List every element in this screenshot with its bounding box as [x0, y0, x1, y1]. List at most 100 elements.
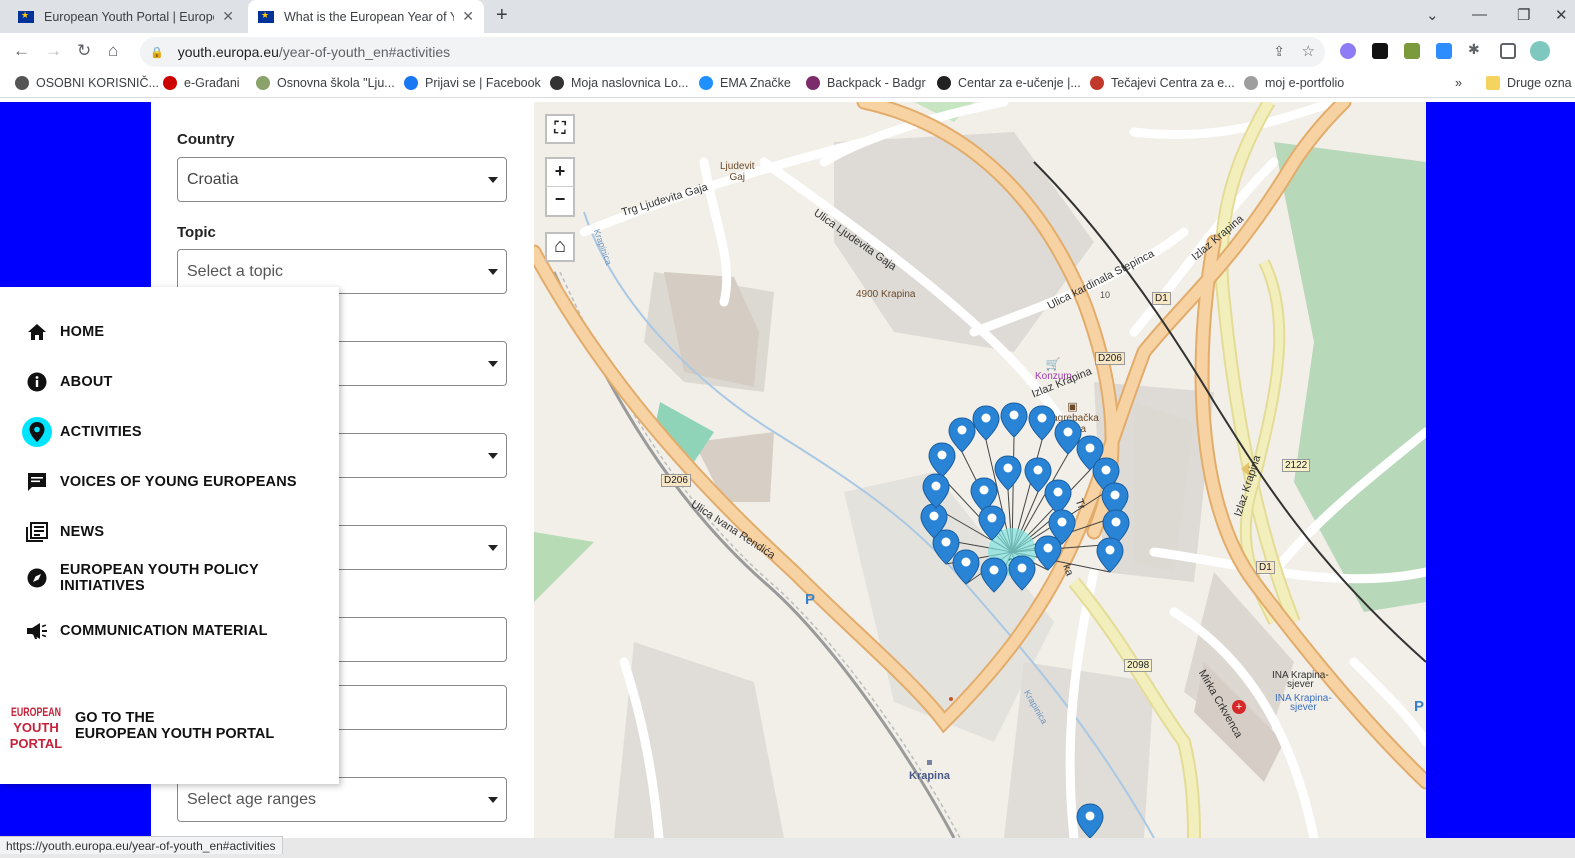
menu-item-about[interactable]: ABOUT [24, 369, 113, 395]
zoom-out-button[interactable]: − [545, 187, 575, 217]
page-content: Country Croatia Topic Select a topic Sel… [0, 102, 1575, 838]
age-placeholder: Select age ranges [187, 791, 316, 808]
european-youth-portal-logo[interactable]: EUROPEAN YOUTH PORTAL [10, 702, 63, 752]
bookmark-label: moj e-portfolio [1265, 76, 1345, 90]
share-icon[interactable]: ⇪ [1273, 43, 1285, 60]
puzzle-extensions-icon[interactable]: ✱ [1468, 41, 1484, 57]
country-select[interactable]: Croatia [177, 157, 507, 202]
activities-map[interactable]: Trg Ljudevita Gaja Ljudevit Gaj Ulica Lju… [534, 102, 1426, 838]
country-label: Country [177, 131, 235, 148]
zoom-extension-icon[interactable] [1436, 43, 1452, 59]
restore-button[interactable]: ❐ [1517, 6, 1530, 24]
logo-line: EUROPEAN [11, 705, 61, 719]
tab-search-icon[interactable]: ⌄ [1426, 6, 1439, 24]
topic-label: Topic [177, 224, 216, 241]
bookmark-label: Backpack - Badgr [827, 76, 926, 90]
bookmark-star-icon[interactable]: ☆ [1302, 42, 1315, 60]
new-tab-button[interactable]: + [496, 4, 508, 27]
caret-down-icon [488, 797, 498, 803]
bookmark-label: Moja naslovnica Lo... [571, 76, 689, 90]
bookmark-favicon-icon [937, 76, 951, 90]
menu-label: EUROPEAN YOUTH POLICY INITIATIVES [60, 562, 259, 594]
minimize-button[interactable]: — [1472, 6, 1487, 23]
bookmark-item[interactable]: Tečajevi Centra za e... [1090, 76, 1235, 90]
bookmark-favicon-icon [163, 76, 177, 90]
bookmark-item[interactable]: Backpack - Badgr [806, 76, 926, 90]
forward-icon[interactable]: → [45, 41, 62, 61]
extension-icon[interactable] [1340, 43, 1356, 59]
bookmark-item[interactable]: e-Građani [163, 76, 240, 90]
side-panel-icon[interactable] [1500, 43, 1516, 59]
country-value: Croatia [187, 171, 239, 188]
back-icon[interactable]: ← [13, 41, 30, 61]
home-browser-icon[interactable]: ⌂ [108, 41, 118, 61]
extension-icon[interactable] [1404, 43, 1420, 59]
overflow-label: » [1455, 76, 1462, 90]
menu-item-voices[interactable]: VOICES OF YOUNG EUROPEANS [24, 469, 297, 495]
bookmarks-overflow-button[interactable]: » [1455, 76, 1462, 90]
eu-flag-icon [18, 10, 34, 23]
bookmark-item[interactable]: EMA Značke [699, 76, 791, 90]
close-window-button[interactable]: ✕ [1555, 6, 1568, 24]
menu-item-youth-policy[interactable]: EUROPEAN YOUTH POLICY INITIATIVES [24, 562, 259, 594]
other-bookmarks-folder[interactable]: Druge ozna [1486, 76, 1572, 90]
home-icon [24, 319, 50, 345]
caret-down-icon [488, 453, 498, 459]
go-to-portal-link[interactable]: GO TO THE EUROPEAN YOUTH PORTAL [75, 710, 274, 742]
bookmark-item[interactable]: Osnovna škola "Lju... [256, 76, 395, 90]
extension-icon[interactable] [1372, 43, 1388, 59]
bookmarks-bar: OSOBNI KORISNIČ... e-Građani Osnovna ško… [0, 71, 1575, 98]
tab-strip: European Youth Portal | European ✕ What … [0, 0, 1575, 33]
caret-down-icon [488, 177, 498, 183]
address-bar[interactable]: 🔒 youth.europa.eu /year-of-youth_en#acti… [140, 37, 1325, 67]
bookmark-item[interactable]: OSOBNI KORISNIČ... [15, 76, 159, 90]
fuel-label: INA Krapina-sjever [1275, 693, 1332, 713]
lock-icon[interactable]: 🔒 [150, 46, 164, 59]
road-shield: D206 [1095, 352, 1125, 365]
close-tab-icon[interactable]: ✕ [222, 8, 234, 25]
close-tab-icon[interactable]: ✕ [462, 8, 474, 25]
bookmark-item[interactable]: Moja naslovnica Lo... [550, 76, 688, 90]
menu-label: ABOUT [60, 374, 113, 390]
menu-label: VOICES OF YOUNG EUROPEANS [60, 474, 297, 490]
bookmark-item[interactable]: Centar za e-učenje |... [937, 76, 1081, 90]
bookmark-label: Prijavi se | Facebook [425, 76, 541, 90]
bookmark-item[interactable]: Prijavi se | Facebook [404, 76, 541, 90]
side-navigation-menu: HOME ABOUT ACTIVITIES VOICES OF YOUNG EU… [0, 287, 339, 784]
topic-placeholder: Select a topic [187, 263, 284, 280]
bookmark-label: OSOBNI KORISNIČ... [36, 76, 159, 90]
reload-icon[interactable]: ↻ [77, 41, 91, 61]
menu-label: COMMUNICATION MATERIAL [60, 623, 268, 639]
folder-icon [1486, 76, 1500, 90]
logo-line: YOUTH [13, 720, 59, 735]
browser-toolbar: ← → ↻ ⌂ 🔒 youth.europa.eu /year-of-youth… [0, 33, 1575, 71]
menu-item-home[interactable]: HOME [24, 319, 104, 345]
menu-item-activities[interactable]: ACTIVITIES [22, 417, 142, 447]
tab-european-youth-portal[interactable]: European Youth Portal | European ✕ [8, 0, 244, 33]
bookmark-favicon-icon [1244, 76, 1258, 90]
megaphone-icon [24, 618, 50, 644]
menu-item-news[interactable]: NEWS [24, 519, 104, 545]
menu-label-line: INITIATIVES [60, 578, 145, 594]
bookmark-label: Centar za e-učenje |... [958, 76, 1081, 90]
bookmark-favicon-icon [256, 76, 270, 90]
bookmark-label: Tečajevi Centra za e... [1111, 76, 1235, 90]
menu-item-communication[interactable]: COMMUNICATION MATERIAL [24, 618, 268, 644]
profile-avatar[interactable] [1530, 41, 1550, 61]
poi-label-line: Ljudevit [720, 161, 755, 172]
bookmark-item[interactable]: moj e-portfolio [1244, 76, 1344, 90]
menu-label: HOME [60, 324, 105, 340]
logo-line: PORTAL [10, 736, 62, 751]
bookmark-favicon-icon [404, 76, 418, 90]
reset-view-home-button[interactable]: ⌂ [545, 232, 575, 262]
bank-label-line: Zagrebačka [1046, 413, 1099, 424]
poi-label-line: Gaj [729, 172, 746, 183]
bookmark-favicon-icon [806, 76, 820, 90]
compass-icon [24, 565, 50, 591]
road-shield: D206 [661, 474, 691, 487]
tab-year-of-youth[interactable]: What is the European Year of Youth ✕ [248, 0, 484, 33]
fullscreen-button[interactable]: ⛶ [545, 114, 575, 144]
shop-label-text: Konzum [1035, 371, 1072, 382]
zoom-in-button[interactable]: + [545, 157, 575, 187]
bank-label-line: banka [1058, 424, 1087, 435]
